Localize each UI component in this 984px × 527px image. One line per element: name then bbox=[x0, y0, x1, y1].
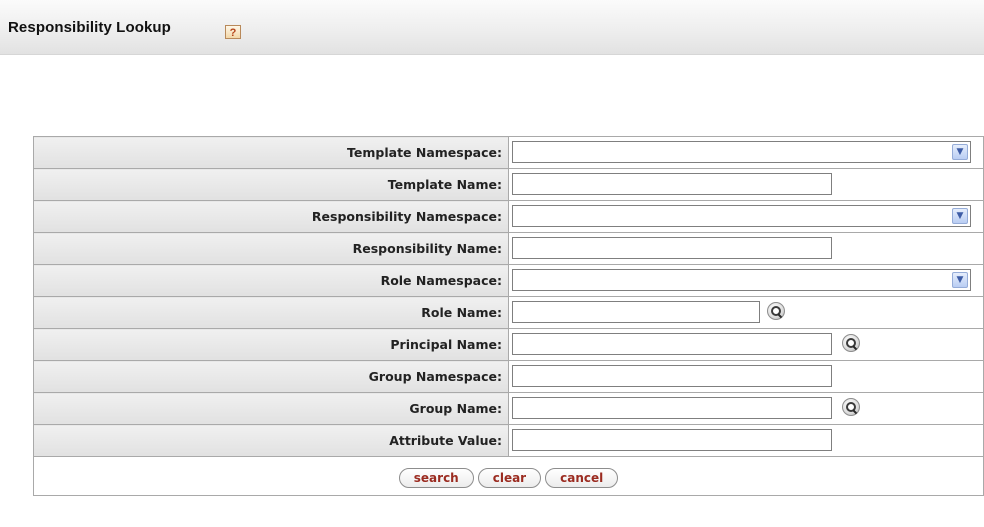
responsibility-name-label: Responsibility Name: bbox=[33, 232, 509, 265]
template-name-label: Template Name: bbox=[33, 168, 509, 201]
template-namespace-select[interactable]: ▼ bbox=[512, 141, 971, 163]
cancel-button[interactable]: cancel bbox=[545, 468, 619, 488]
template-namespace-label: Template Namespace: bbox=[33, 136, 509, 169]
role-namespace-label: Role Namespace: bbox=[33, 264, 509, 297]
form-row-group-name: Group Name: bbox=[33, 392, 984, 425]
help-icon[interactable]: ? bbox=[225, 25, 241, 39]
group-name-input[interactable] bbox=[512, 397, 832, 419]
role-namespace-select[interactable]: ▼ bbox=[512, 269, 971, 291]
search-lookup-icon[interactable] bbox=[767, 302, 785, 320]
button-group: search clear cancel bbox=[34, 464, 983, 488]
page-title: Responsibility Lookup bbox=[8, 19, 171, 36]
template-name-input[interactable] bbox=[512, 173, 832, 195]
form-row-template-name: Template Name: bbox=[33, 168, 984, 201]
page-header: Responsibility Lookup ? bbox=[0, 0, 984, 55]
group-namespace-label: Group Namespace: bbox=[33, 360, 509, 393]
principal-name-label: Principal Name: bbox=[33, 328, 509, 361]
responsibility-name-input[interactable] bbox=[512, 237, 832, 259]
search-button[interactable]: search bbox=[398, 468, 474, 488]
group-namespace-input[interactable] bbox=[512, 365, 832, 387]
form-row-group-namespace: Group Namespace: bbox=[33, 360, 984, 393]
form-row-responsibility-namespace: Responsibility Namespace: ▼ bbox=[33, 200, 984, 233]
responsibility-namespace-label: Responsibility Namespace: bbox=[33, 200, 509, 233]
form-row-attribute-value: Attribute Value: bbox=[33, 424, 984, 457]
form-row-template-namespace: Template Namespace: ▼ bbox=[33, 136, 984, 169]
button-row: search clear cancel bbox=[33, 456, 984, 496]
search-lookup-icon[interactable] bbox=[842, 398, 860, 416]
clear-button[interactable]: clear bbox=[477, 468, 542, 488]
chevron-down-icon[interactable]: ▼ bbox=[952, 272, 968, 288]
attribute-value-label: Attribute Value: bbox=[33, 424, 509, 457]
lookup-form: Template Namespace: ▼ Template Name: Res… bbox=[33, 136, 984, 496]
responsibility-namespace-select[interactable]: ▼ bbox=[512, 205, 971, 227]
form-row-role-name: Role Name: bbox=[33, 296, 984, 329]
principal-name-input[interactable] bbox=[512, 333, 832, 355]
group-name-label: Group Name: bbox=[33, 392, 509, 425]
chevron-down-icon[interactable]: ▼ bbox=[952, 144, 968, 160]
form-row-responsibility-name: Responsibility Name: bbox=[33, 232, 984, 265]
role-name-input[interactable] bbox=[512, 301, 760, 323]
form-row-role-namespace: Role Namespace: ▼ bbox=[33, 264, 984, 297]
attribute-value-input[interactable] bbox=[512, 429, 832, 451]
chevron-down-icon[interactable]: ▼ bbox=[952, 208, 968, 224]
role-name-label: Role Name: bbox=[33, 296, 509, 329]
form-row-principal-name: Principal Name: bbox=[33, 328, 984, 361]
search-lookup-icon[interactable] bbox=[842, 334, 860, 352]
